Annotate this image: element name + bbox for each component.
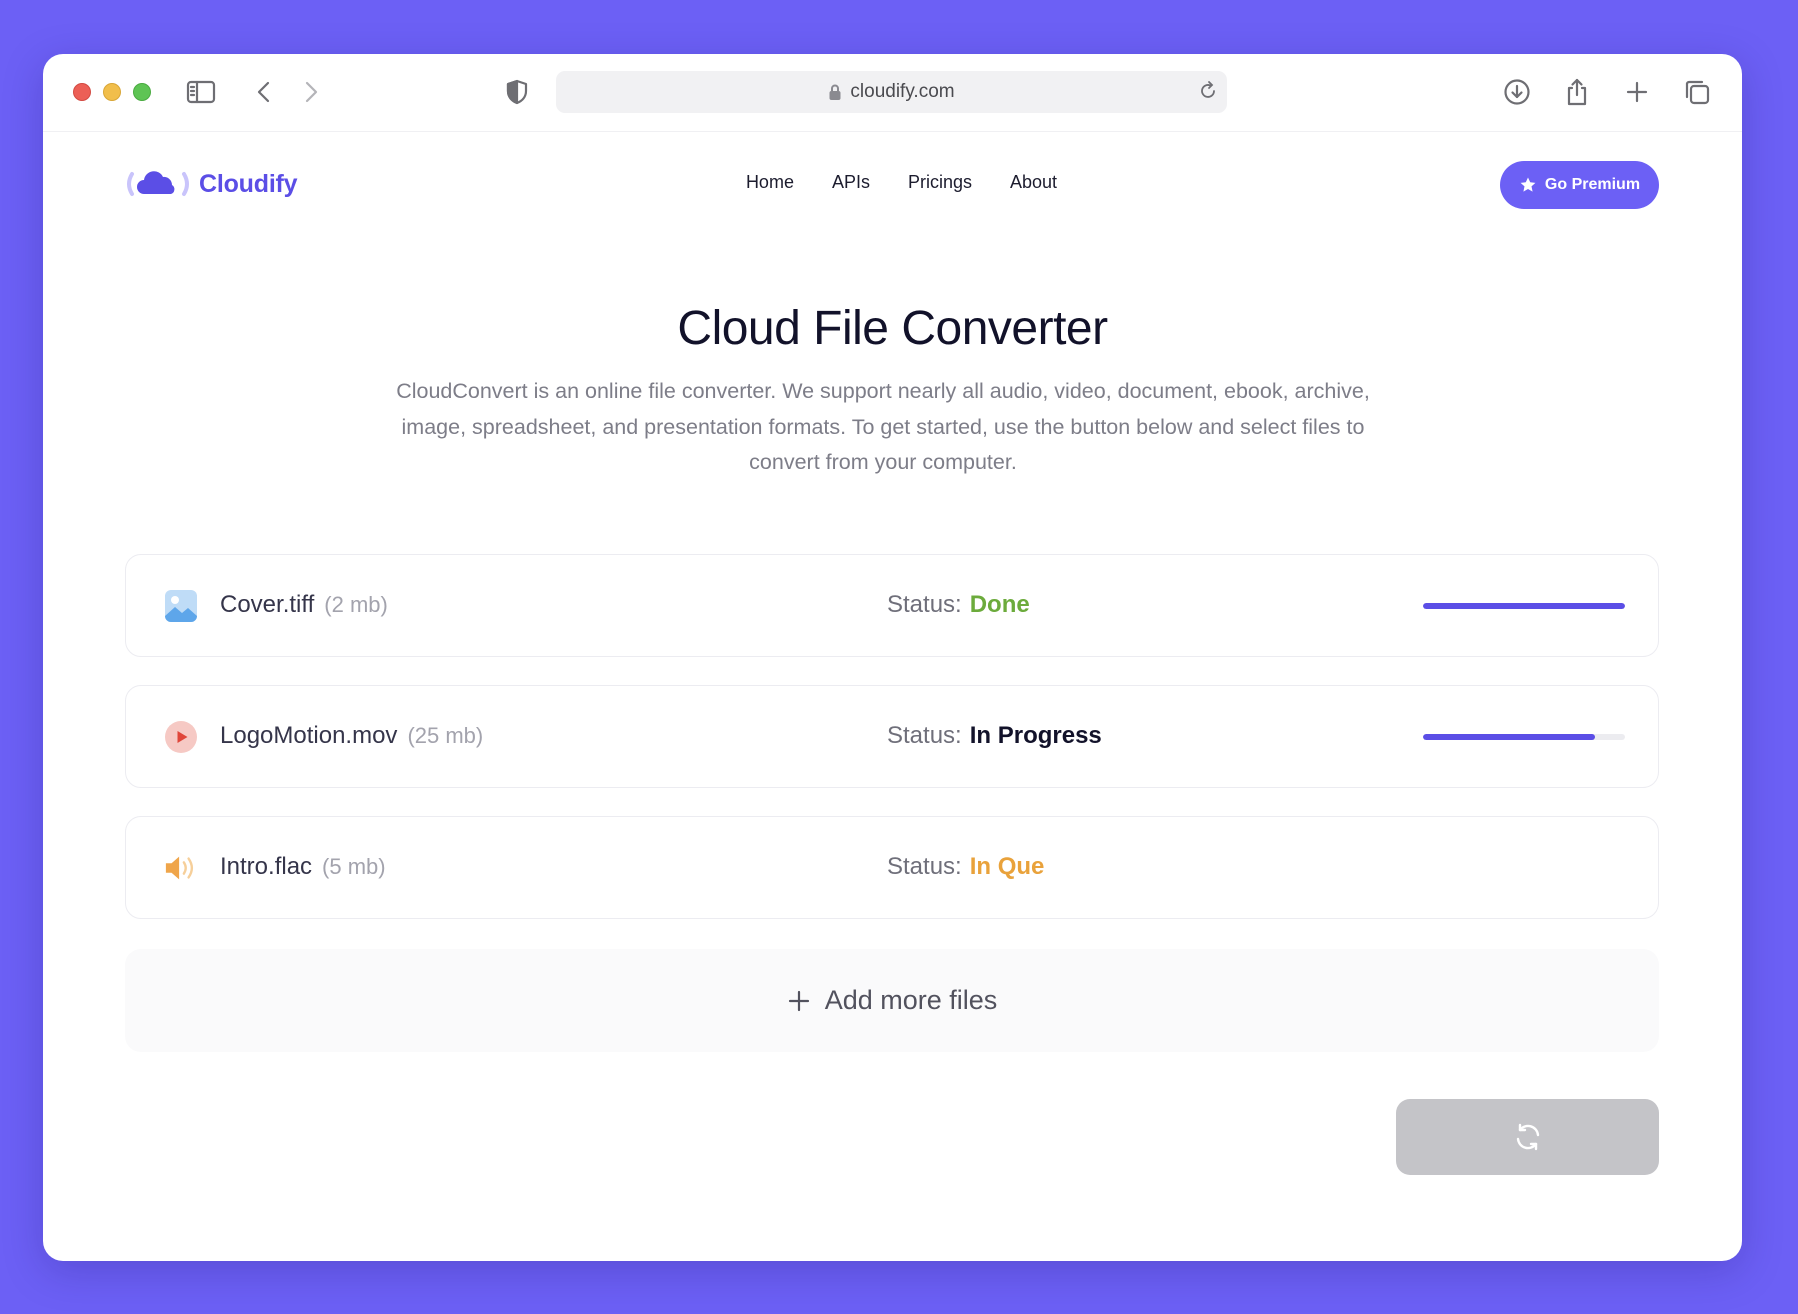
back-icon[interactable]: [248, 76, 280, 108]
nav-item-home[interactable]: Home: [746, 172, 794, 193]
page-description: CloudConvert is an online file converter…: [396, 379, 1370, 474]
new-tab-icon[interactable]: [1621, 76, 1653, 108]
file-name: Cover.tiff (2 mb): [220, 591, 388, 618]
url-text: cloudify.com: [850, 81, 955, 102]
file-row: Cover.tiff (2 mb) Status: Done: [125, 554, 1659, 657]
status-text: Status: In Progress: [887, 722, 1102, 749]
video-file-icon: [164, 720, 198, 754]
forward-icon[interactable]: [295, 76, 327, 108]
browser-toolbar: cloudify.com: [43, 54, 1742, 132]
nav-item-about[interactable]: About: [1010, 172, 1057, 193]
status-badge: Done: [969, 591, 1030, 618]
file-name: LogoMotion.mov (25 mb): [220, 722, 484, 749]
image-file-icon: [164, 589, 198, 623]
file-size: (5 mb): [322, 854, 386, 879]
privacy-shield-icon[interactable]: [501, 76, 533, 108]
main-nav: Home APIs Pricings About: [43, 172, 1742, 193]
minimize-window-button[interactable]: [103, 83, 121, 101]
sidebar-toggle-icon[interactable]: [185, 76, 217, 108]
nav-item-pricings[interactable]: Pricings: [908, 172, 972, 193]
plus-icon: [788, 990, 809, 1011]
file-row: LogoMotion.mov (25 mb) Status: In Progress: [125, 685, 1659, 788]
convert-button[interactable]: [1396, 1099, 1659, 1175]
go-premium-button[interactable]: Go Premium: [1500, 161, 1659, 209]
status-badge: In Que: [969, 853, 1045, 880]
status-badge: In Progress: [969, 722, 1102, 749]
close-window-button[interactable]: [73, 83, 91, 101]
status-text: Status: In Que: [887, 853, 1045, 880]
lock-icon: [828, 83, 842, 101]
file-size: (2 mb): [324, 592, 388, 617]
star-icon: [1520, 177, 1536, 192]
share-icon[interactable]: [1561, 76, 1593, 108]
progress-bar: [1423, 734, 1625, 740]
file-name: Intro.flac (5 mb): [220, 853, 386, 880]
add-more-files-label: Add more files: [824, 985, 998, 1015]
go-premium-label: Go Premium: [1544, 176, 1641, 193]
downloads-icon[interactable]: [1501, 76, 1533, 108]
reload-icon[interactable]: [1197, 80, 1219, 108]
refresh-icon: [1516, 1123, 1539, 1151]
nav-item-apis[interactable]: APIs: [832, 172, 870, 193]
maximize-window-button[interactable]: [133, 83, 151, 101]
add-more-files-button[interactable]: Add more files: [125, 949, 1659, 1052]
address-bar[interactable]: cloudify.com: [556, 71, 1227, 113]
browser-window: cloudify.com Cloudify Home APIs Pricings…: [43, 54, 1742, 1261]
page-title: Cloud File Converter: [677, 302, 1108, 355]
audio-file-icon: [164, 851, 198, 885]
tab-overview-icon[interactable]: [1681, 76, 1713, 108]
file-size: (25 mb): [407, 723, 484, 748]
file-row: Intro.flac (5 mb) Status: In Que: [125, 816, 1659, 919]
progress-bar: [1423, 603, 1625, 609]
status-text: Status: Done: [887, 591, 1030, 618]
